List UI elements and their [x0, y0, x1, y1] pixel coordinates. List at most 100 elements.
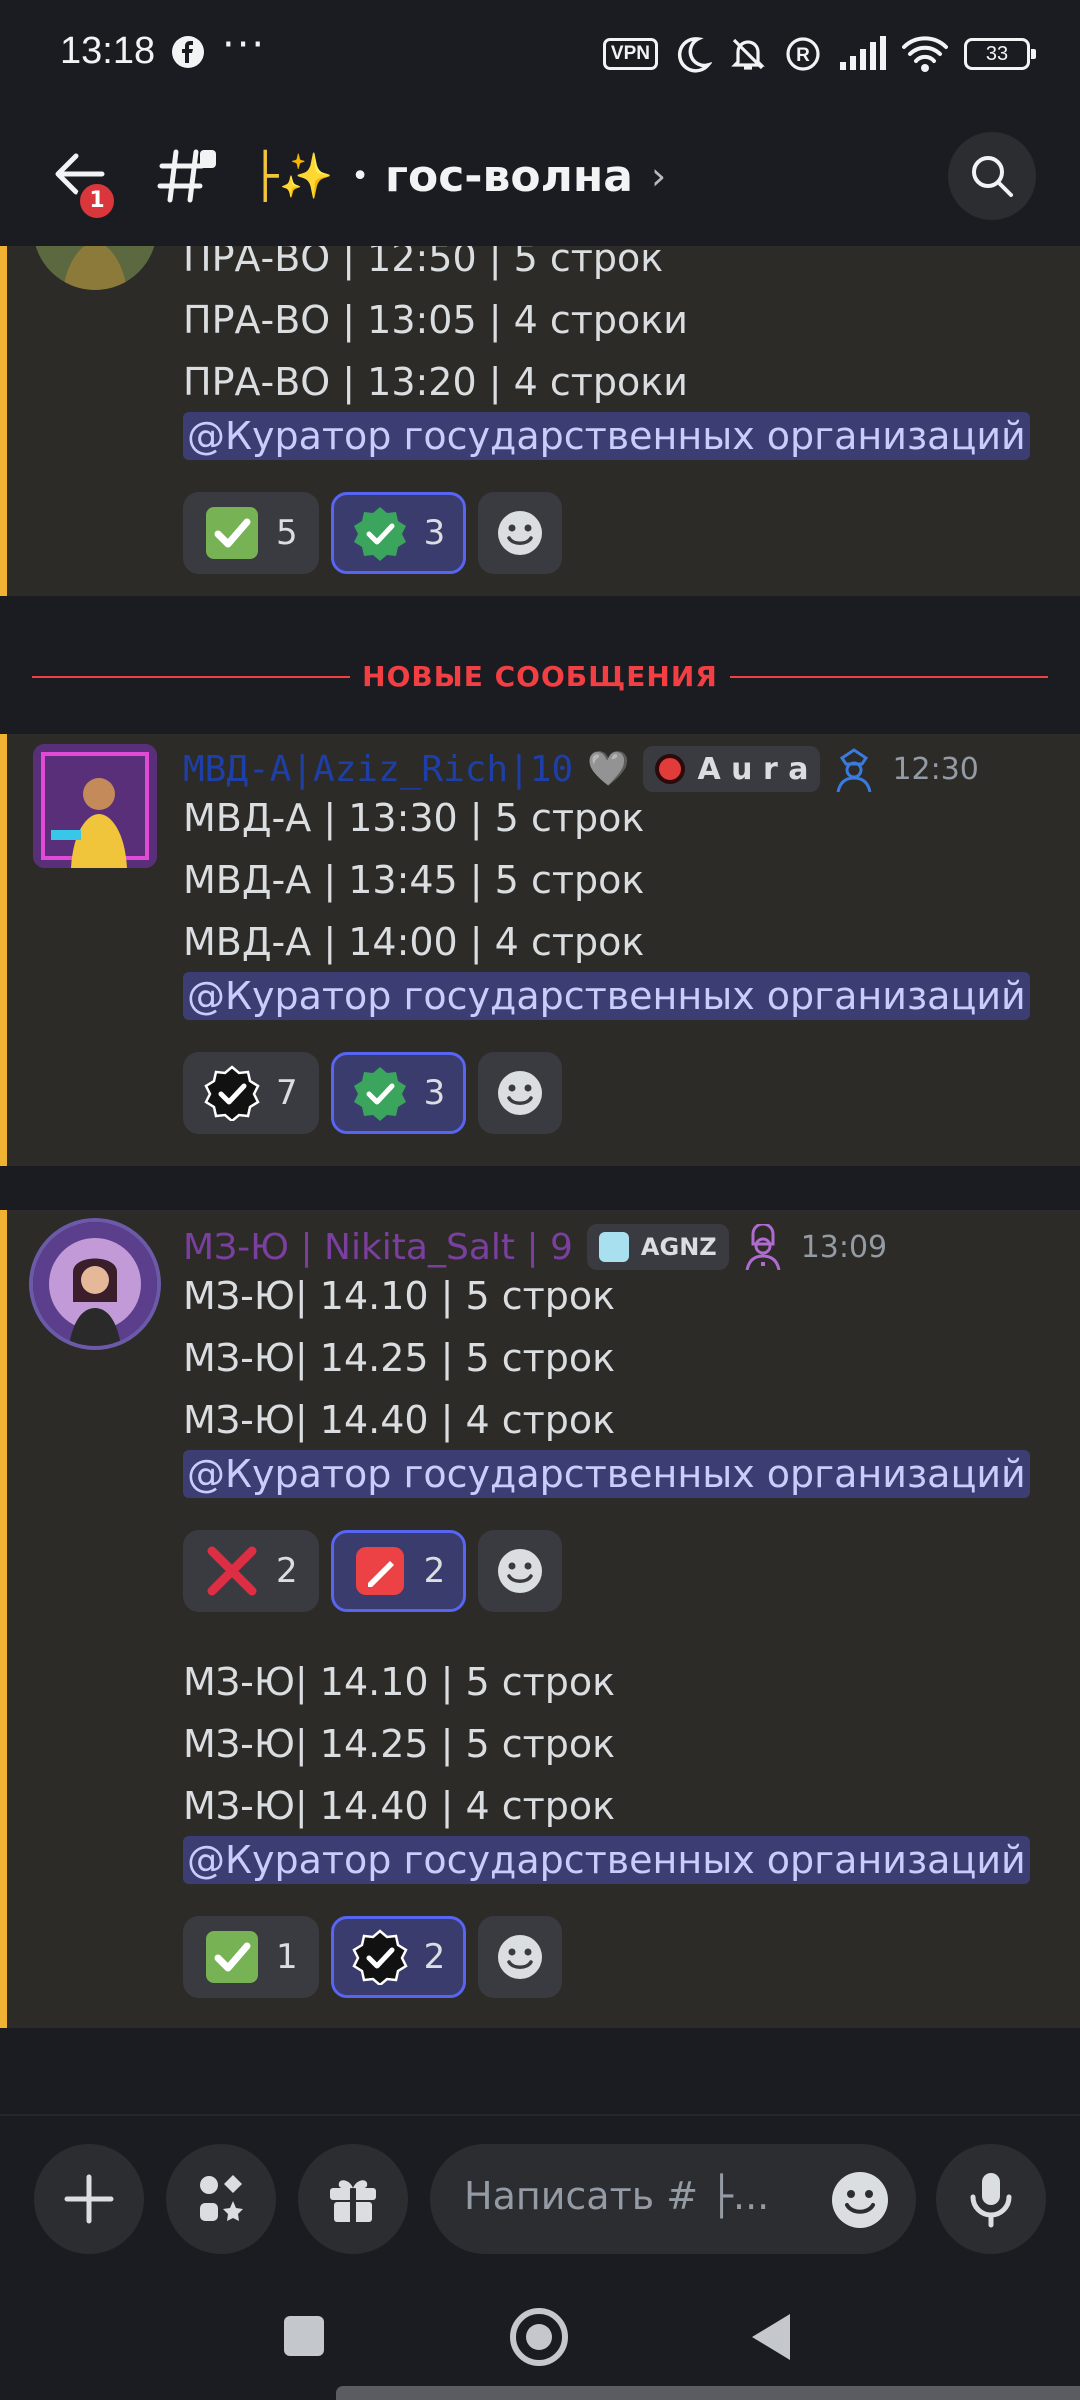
message-line: МЗ-Ю| 14.40 | 4 строк: [183, 1784, 616, 1828]
wifi-icon: [902, 36, 948, 72]
gift-icon: [330, 2180, 376, 2222]
attach-button[interactable]: [34, 2144, 144, 2254]
message-header: МЗ-Ю | Nikita_Salt | 9 AGNZ 13:09: [183, 1222, 887, 1272]
avatar[interactable]: [33, 1222, 157, 1346]
chevron-right-icon: ›: [650, 154, 667, 198]
microphone-icon: [970, 2173, 1012, 2228]
signal-icon: [840, 36, 886, 70]
reaction-count: 3: [423, 513, 446, 553]
search-button[interactable]: [948, 132, 1036, 220]
reaction-black-verified[interactable]: 7: [183, 1052, 319, 1134]
green-verified-badge-icon: [353, 507, 406, 561]
apps-icon: [200, 2175, 243, 2221]
role-mention[interactable]: @Куратор государственных организаций: [183, 412, 1030, 460]
channel-name: гос-волна: [384, 150, 633, 202]
heart-icon: 🩶: [587, 749, 630, 789]
message-header: МВД-А|Aziz_Rich|10 🩶 A u r a 12:30: [183, 744, 979, 794]
green-check-box-icon: [206, 1931, 258, 1983]
message-input-placeholder: Написать # ├...: [464, 2174, 770, 2218]
reaction-count: 5: [276, 513, 298, 553]
message-line: ПРА-ВО | 13:05 | 4 строки: [183, 298, 688, 342]
facebook-icon: [172, 36, 204, 68]
server-tag[interactable]: AGNZ: [586, 1224, 729, 1270]
green-check-box-icon: [206, 507, 258, 559]
message-group: ПРА-ВО | 12:50 | 5 строк ПРА-ВО | 13:05 …: [0, 246, 1080, 596]
add-reaction-icon: [498, 1549, 543, 1593]
reaction-count: 2: [423, 1551, 446, 1591]
message-line: МЗ-Ю| 14.40 | 4 строк: [183, 1398, 616, 1442]
green-verified-badge-icon: [353, 1067, 406, 1121]
add-reaction-button[interactable]: [478, 492, 563, 574]
message-list[interactable]: ПРА-ВО | 12:50 | 5 строк ПРА-ВО | 13:05 …: [0, 246, 1080, 2114]
message-time: 12:30: [892, 751, 979, 787]
add-reaction-icon: [498, 1071, 543, 1115]
role-mention[interactable]: @Куратор государственных организаций: [183, 1836, 1030, 1884]
plus-icon: [64, 2174, 114, 2224]
tag-label: A u r a: [697, 751, 809, 787]
title-prefix: ├✨: [252, 151, 334, 202]
officer-role-icon: [836, 748, 872, 792]
vpn-icon: VPN: [602, 38, 658, 70]
reactions-row: 5 3: [183, 492, 563, 574]
message-line: ПРА-ВО | 12:50 | 5 строк: [183, 246, 664, 280]
back-button[interactable]: [752, 2314, 790, 2360]
search-icon: [972, 156, 1013, 197]
message-line: МВД-А | 13:30 | 5 строк: [183, 796, 645, 840]
text-channel-thread-icon: [156, 144, 220, 208]
server-tag[interactable]: A u r a: [643, 746, 821, 792]
add-reaction-button[interactable]: [478, 1052, 563, 1134]
voice-message-button[interactable]: [936, 2144, 1046, 2254]
reaction-red-cross[interactable]: 2: [183, 1530, 319, 1612]
moon-icon: [677, 37, 712, 73]
bell-off-icon: [731, 38, 765, 70]
registered-icon: R: [786, 37, 820, 71]
svg-text:R: R: [796, 45, 810, 66]
message-input[interactable]: Написать # ├...: [430, 2144, 916, 2254]
reaction-check-box[interactable]: 5: [183, 492, 319, 574]
red-cross-icon: [207, 1546, 257, 1596]
black-verified-badge-icon: [204, 1065, 260, 1121]
message-line: МЗ-Ю| 14.25 | 5 строк: [183, 1722, 616, 1766]
reaction-verified[interactable]: 3: [330, 492, 467, 574]
status-bar: 13:18 ··· VPN R 33: [0, 0, 1080, 108]
new-messages-divider: НОВЫЕ СООБЩЕНИЯ: [32, 652, 1048, 702]
author-name[interactable]: МЗ-Ю | Nikita_Salt | 9: [183, 1227, 573, 1268]
apps-button[interactable]: [166, 2144, 276, 2254]
aura-icon: [655, 754, 686, 784]
emoji-picker-icon[interactable]: [830, 2170, 890, 2230]
reaction-verified[interactable]: 3: [330, 1052, 467, 1134]
author-name[interactable]: МВД-А|Aziz_Rich|10: [183, 749, 573, 790]
role-mention[interactable]: @Куратор государственных организаций: [183, 972, 1030, 1020]
avatar[interactable]: [33, 744, 157, 868]
gift-button[interactable]: [298, 2144, 408, 2254]
add-reaction-button[interactable]: [478, 1530, 563, 1612]
reactions-row: 7 3: [183, 1052, 563, 1134]
channel-header: 1 ├✨ • гос-волна ›: [0, 108, 1080, 246]
gesture-indicator: [336, 2386, 1080, 2400]
add-reaction-button[interactable]: [478, 1916, 563, 1998]
recent-apps-button[interactable]: [284, 2316, 324, 2356]
message-composer: Написать # ├...: [0, 2114, 1080, 2274]
reaction-black-verified[interactable]: 2: [330, 1916, 467, 1998]
message-line: ПРА-ВО | 13:20 | 4 строки: [183, 360, 688, 404]
doctor-role-icon: [745, 1224, 781, 1270]
reaction-count: 2: [423, 1937, 446, 1977]
message-group: МЗ-Ю | Nikita_Salt | 9 AGNZ 13:09 МЗ-Ю| …: [0, 1210, 1080, 2028]
reaction-count: 1: [276, 1937, 298, 1977]
heart-gem-icon: [598, 1232, 629, 1262]
battery-icon: 33: [964, 38, 1036, 70]
reaction-count: 2: [276, 1551, 298, 1591]
add-reaction-icon: [498, 1935, 543, 1979]
home-button[interactable]: [510, 2308, 568, 2366]
channel-title[interactable]: ├✨ • гос-волна ›: [252, 144, 666, 208]
reaction-check-box[interactable]: 1: [183, 1916, 319, 1998]
message-time: 13:09: [800, 1229, 888, 1265]
reaction-count: 3: [423, 1073, 446, 1113]
reactions-row: 1 2: [183, 1916, 563, 1998]
status-icons: VPN R 33: [602, 32, 1036, 76]
message-line: МВД-А | 13:45 | 5 строк: [183, 858, 645, 902]
black-verified-badge-icon: [352, 1929, 408, 1985]
role-mention[interactable]: @Куратор государственных организаций: [183, 1450, 1030, 1498]
reaction-red-pencil[interactable]: 2: [330, 1530, 467, 1612]
avatar[interactable]: [33, 246, 157, 290]
